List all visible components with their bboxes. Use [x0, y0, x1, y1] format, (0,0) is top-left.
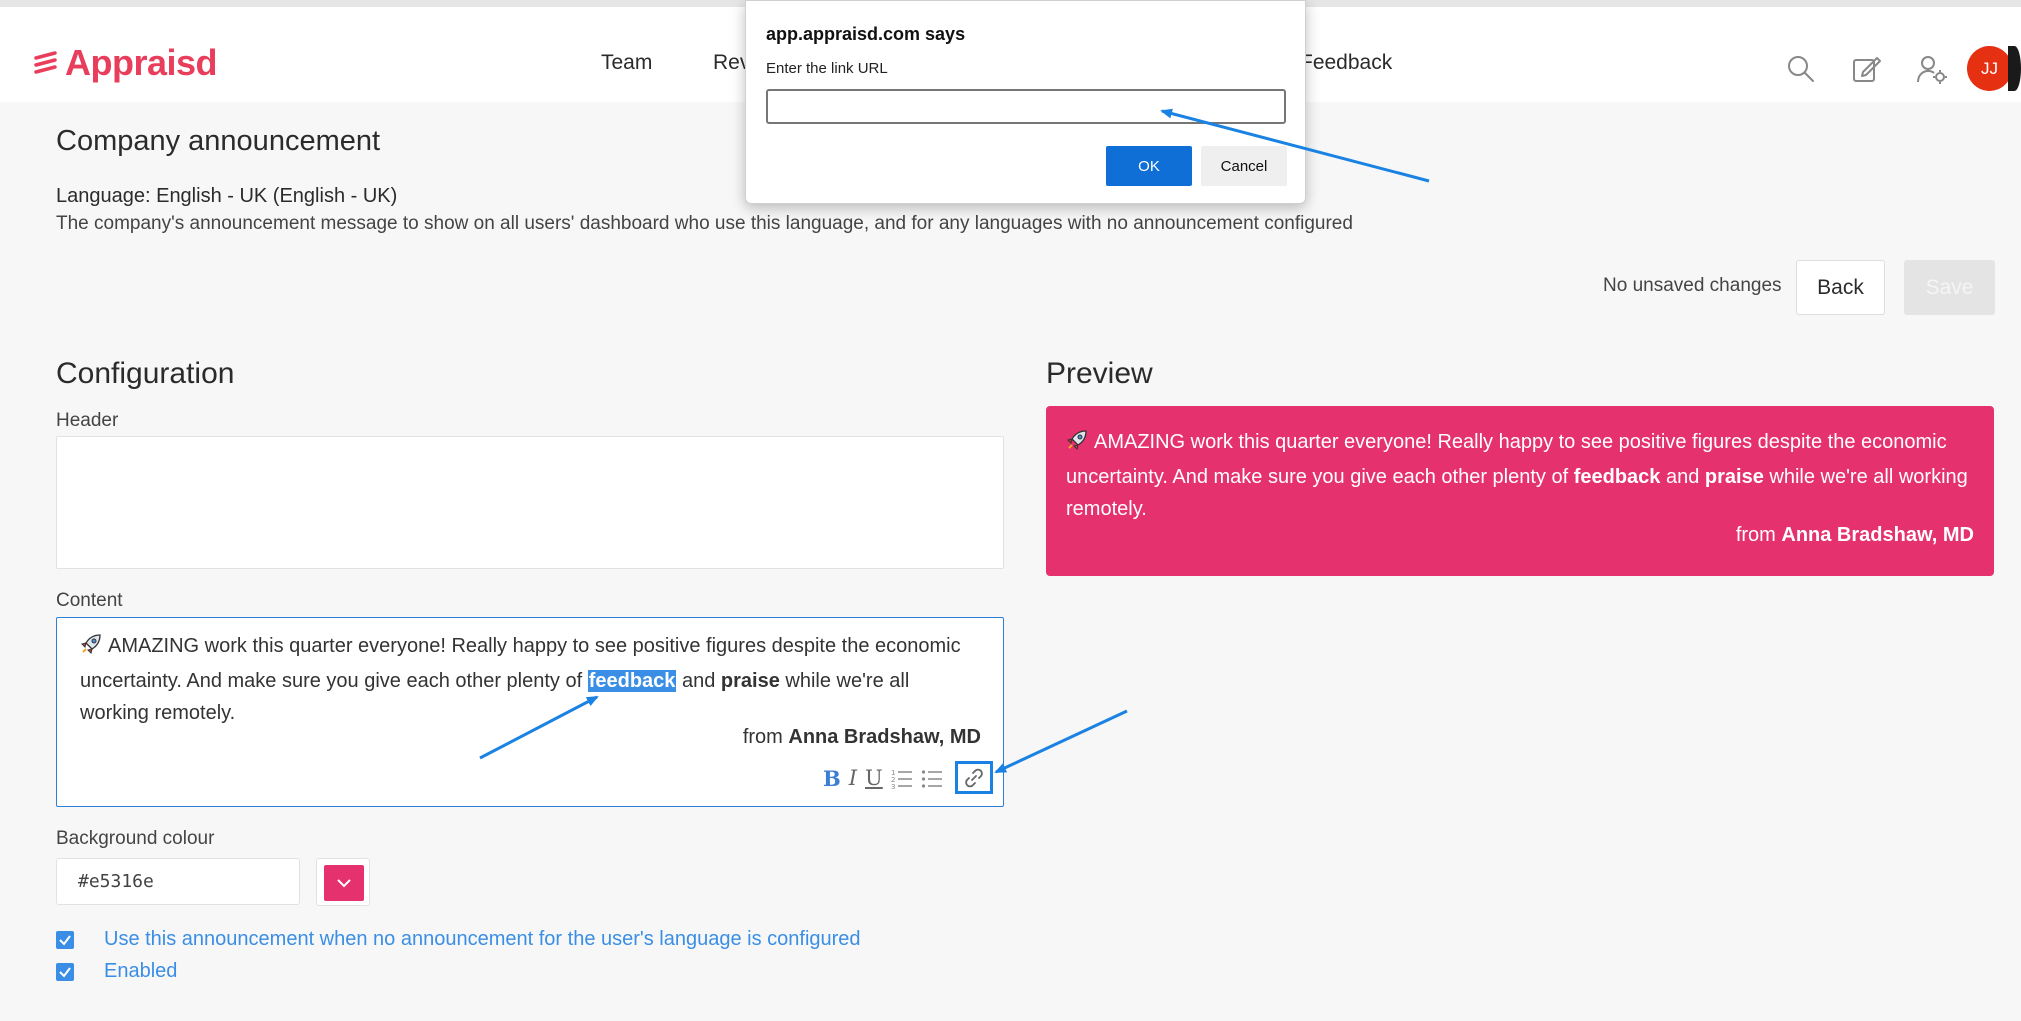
rocket-icon [80, 633, 102, 665]
enabled-checkbox-row[interactable]: Enabled [56, 960, 177, 983]
ordered-list-icon[interactable]: 123 [891, 767, 913, 789]
nav-team[interactable]: Team [601, 51, 652, 75]
language-label: Language: English - UK (English - UK) [56, 185, 398, 207]
checkmark-icon [59, 934, 71, 946]
bullet-list-icon[interactable] [921, 767, 943, 789]
colour-swatch [324, 865, 364, 901]
underline-button[interactable]: U [865, 766, 883, 790]
preview-signature-name: Anna Bradshaw, MD [1781, 524, 1974, 546]
header-editor[interactable] [56, 436, 1004, 569]
avatar-initials: JJ [1981, 58, 1998, 78]
compose-icon[interactable] [1851, 53, 1883, 85]
link-url-input[interactable] [766, 89, 1286, 124]
announcement-preview: AMAZING work this quarter everyone! Real… [1046, 406, 1994, 576]
signature-prefix: from [742, 726, 789, 748]
user-avatar[interactable]: JJ [1967, 46, 2012, 91]
header-label: Header [56, 410, 119, 431]
insert-link-button[interactable] [955, 761, 993, 794]
arrow-to-link-button [994, 709, 1128, 774]
save-button[interactable]: Save [1904, 260, 1995, 315]
checkmark-icon [59, 966, 71, 978]
user-settings-icon[interactable] [1916, 53, 1948, 85]
fallback-checkbox-label[interactable]: Use this announcement when no announceme… [104, 928, 861, 951]
link-icon [965, 768, 983, 787]
back-button[interactable]: Back [1796, 260, 1885, 315]
bold-button[interactable]: B [823, 766, 841, 791]
format-toolbar: B I U 123 [823, 763, 951, 793]
fallback-checkbox[interactable] [56, 930, 74, 949]
avatar-edge-decoration [2008, 46, 2021, 91]
preview-bold-praise: praise [1704, 466, 1764, 488]
configuration-heading: Configuration [56, 357, 235, 390]
link-url-dialog: app.appraisd.com says Enter the link URL… [745, 0, 1306, 204]
dialog-cancel-button[interactable]: Cancel [1201, 146, 1287, 186]
chevron-down-icon [337, 879, 351, 888]
appraisd-logo[interactable]: Appraisd [33, 42, 218, 84]
preview-bold-feedback: feedback [1573, 466, 1661, 488]
background-colour-label: Background colour [56, 828, 215, 849]
bold-word-praise: praise [720, 670, 780, 692]
signature-name: Anna Bradshaw, MD [788, 726, 981, 748]
page-title: Company announcement [56, 125, 381, 157]
enabled-checkbox-label[interactable]: Enabled [104, 960, 177, 983]
preview-signature: from Anna Bradshaw, MD [1736, 524, 1974, 547]
background-colour-input[interactable]: #e5316e [56, 858, 300, 905]
enabled-checkbox[interactable] [56, 962, 74, 981]
dialog-title: app.appraisd.com says [766, 24, 966, 44]
content-editor[interactable]: AMAZING work this quarter everyone! Real… [56, 617, 1004, 807]
content-label: Content [56, 590, 123, 611]
preview-signature-prefix: from [1735, 524, 1782, 546]
preview-text-and: and [1660, 466, 1705, 488]
save-status: No unsaved changes [1603, 275, 1782, 296]
selected-word-feedback[interactable]: feedback [587, 670, 677, 692]
logo-mark-icon [34, 51, 57, 74]
search-icon[interactable] [1785, 53, 1817, 85]
dialog-ok-button[interactable]: OK [1106, 146, 1192, 186]
page-description: The company's announcement message to sh… [56, 213, 1353, 234]
italic-button[interactable]: I [849, 766, 857, 790]
content-text[interactable]: AMAZING work this quarter everyone! Real… [80, 630, 980, 729]
colour-picker-button[interactable] [316, 858, 370, 906]
logo-text: Appraisd [65, 42, 218, 83]
dialog-prompt: Enter the link URL [766, 60, 888, 77]
content-signature: from Anna Bradshaw, MD [743, 726, 981, 749]
nav-feedback[interactable]: Feedback [1300, 51, 1392, 75]
rocket-icon [1066, 429, 1088, 461]
svg-text:3: 3 [891, 783, 895, 789]
preview-heading: Preview [1046, 357, 1153, 390]
preview-text: AMAZING work this quarter everyone! Real… [1066, 426, 1976, 525]
content-text-and: and [676, 670, 721, 692]
fallback-checkbox-row[interactable]: Use this announcement when no announceme… [56, 928, 861, 951]
